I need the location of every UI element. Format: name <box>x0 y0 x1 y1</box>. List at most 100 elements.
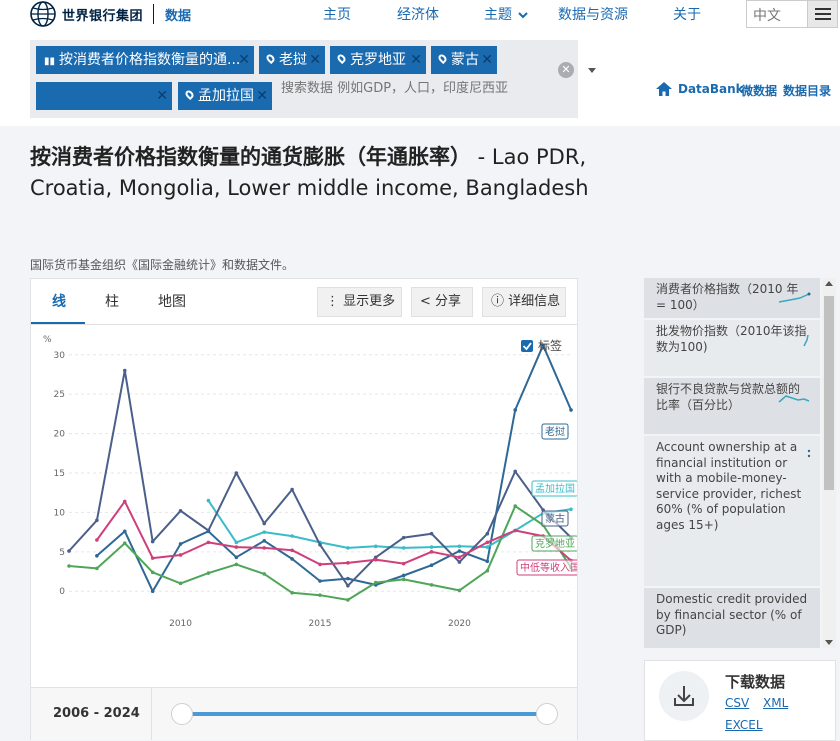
end-label-text: 中低等收入国家 <box>520 561 577 574</box>
show-more-label: 显示更多 <box>343 294 396 309</box>
chip-country-mongolia[interactable]: 蒙古 ✕ <box>431 46 497 74</box>
related-indicator-item[interactable]: Domestic credit provided by financial se… <box>644 588 820 648</box>
x-tick-label: 2010 <box>169 619 192 629</box>
nav-link-about[interactable]: 关于 <box>673 4 701 24</box>
line-chart: 0 5 10 15 20 25 30% 2010 2015 2020 老挝孟加拉国蒙古克罗地亚中低等… <box>43 335 577 629</box>
data-point <box>485 559 490 564</box>
nav-link-topics[interactable]: 主题 <box>484 4 529 24</box>
nav-topics-label: 主题 <box>484 7 512 23</box>
end-label-text: 蒙古 <box>545 512 565 525</box>
data-point <box>234 545 239 549</box>
data-point <box>457 588 462 593</box>
hamburger-menu-button[interactable] <box>807 1 837 27</box>
databank-link[interactable]: DataBank <box>678 82 744 96</box>
slider-track[interactable] <box>183 712 547 716</box>
data-point <box>290 548 294 553</box>
related-indicator-label: Domestic credit provided by financial se… <box>656 592 808 637</box>
location-pin-icon <box>335 52 348 65</box>
slider-handle-start[interactable] <box>171 703 193 725</box>
data-point <box>290 534 294 538</box>
data-catalog-link[interactable]: 数据目录 <box>783 82 831 99</box>
chip-remove-icon[interactable]: ✕ <box>481 46 493 74</box>
scroll-down-icon[interactable] <box>825 640 833 645</box>
chip-label: 老挝 <box>279 52 307 68</box>
data-point <box>206 528 211 533</box>
chip-country-laos[interactable]: 老挝 ✕ <box>259 46 325 74</box>
series-蒙古 <box>67 368 573 588</box>
side-panel-scrollbar[interactable] <box>822 278 836 648</box>
world-bank-globe-icon[interactable] <box>30 1 56 27</box>
data-point <box>373 580 378 585</box>
tab-line[interactable]: 线 <box>52 291 66 311</box>
data-point <box>346 576 350 581</box>
dropdown-caret-icon[interactable] <box>588 68 596 73</box>
chevron-down-icon <box>518 12 529 19</box>
chip-country-croatia[interactable]: 克罗地亚 ✕ <box>330 46 426 74</box>
data-point <box>178 509 183 513</box>
nav-link-home[interactable]: 主页 <box>323 4 351 24</box>
chip-country-bangladesh[interactable]: 孟加拉国 ✕ <box>178 82 272 110</box>
microdata-link[interactable]: 微数据 <box>741 82 777 99</box>
download-xml-link[interactable]: XML <box>763 696 788 710</box>
logo-divider <box>153 4 154 24</box>
chip-remove-icon[interactable]: ✕ <box>238 46 250 74</box>
series-克罗地亚 <box>67 504 573 602</box>
language-selector[interactable]: 中文 <box>746 0 838 28</box>
share-button[interactable]: < 分享 <box>411 287 473 317</box>
chip-aggregate[interactable]: ✕ <box>36 82 172 110</box>
data-point <box>485 540 490 545</box>
download-excel-link[interactable]: EXCEL <box>725 718 763 732</box>
chip-remove-icon[interactable]: ✕ <box>309 46 321 74</box>
nav-link-economies[interactable]: 经济体 <box>397 4 439 24</box>
data-point <box>67 564 71 568</box>
data-point <box>569 408 573 412</box>
labels-toggle[interactable]: 标签 <box>521 338 562 353</box>
related-indicator-item[interactable]: 银行不良贷款与贷款总额的比率（百分比） <box>644 378 820 434</box>
data-point <box>401 561 406 566</box>
sparkline-icon <box>778 395 810 403</box>
download-data-card: 下载数据 CSV XML EXCEL <box>644 660 836 741</box>
details-button[interactable]: ⓘ 详细信息 <box>482 287 566 317</box>
data-point <box>513 469 518 474</box>
chip-remove-icon[interactable]: ✕ <box>156 82 168 110</box>
data-point <box>318 593 322 597</box>
tab-bar[interactable]: 柱 <box>105 291 119 311</box>
download-icon[interactable] <box>659 671 709 721</box>
chip-label: 蒙古 <box>451 52 479 68</box>
chip-label: 按消费者价格指数衡量的通... <box>59 52 241 68</box>
scroll-up-icon[interactable] <box>825 281 833 286</box>
related-indicator-item[interactable]: 批发物价指数（2010年该指数为100) <box>644 320 820 376</box>
data-point <box>234 540 239 545</box>
data-point <box>234 555 239 560</box>
data-home-link[interactable]: 数据 <box>165 5 191 24</box>
chip-remove-icon[interactable]: ✕ <box>256 82 268 110</box>
data-point <box>178 553 183 557</box>
checkbox-icon <box>521 340 533 352</box>
data-point <box>206 498 211 503</box>
tab-map[interactable]: 地图 <box>158 291 186 311</box>
clear-all-icon[interactable]: ✕ <box>558 62 574 78</box>
data-point <box>457 560 462 564</box>
series-line <box>96 344 572 593</box>
data-point <box>401 573 406 578</box>
search-input[interactable] <box>281 78 531 98</box>
related-indicator-label: 消费者价格指数（2010 年 = 100） <box>656 282 799 312</box>
slider-handle-end[interactable] <box>536 703 558 725</box>
show-more-button[interactable]: ⋮ 显示更多 <box>317 287 402 317</box>
download-csv-link[interactable]: CSV <box>725 696 749 710</box>
top-navigation: 世界银行集团 数据 主页 经济体 主题 数据与资源 关于 中文 <box>0 0 840 30</box>
data-point <box>513 504 518 508</box>
related-indicator-item[interactable]: Account ownership at a financial institu… <box>644 436 820 586</box>
nav-link-data-resources[interactable]: 数据与资源 <box>558 4 628 24</box>
scrollbar-thumb[interactable] <box>824 296 834 490</box>
data-point <box>401 577 406 582</box>
chip-remove-icon[interactable]: ✕ <box>410 46 422 74</box>
data-point <box>373 557 378 562</box>
bar-chart-icon: ▮▮ <box>44 56 56 67</box>
related-indicator-item[interactable]: 消费者价格指数（2010 年 = 100） <box>644 278 820 318</box>
data-point <box>318 562 322 567</box>
world-bank-group-logo[interactable]: 世界银行集团 <box>62 5 143 24</box>
x-tick-label: 2020 <box>448 619 471 629</box>
chip-indicator[interactable]: ▮▮ 按消费者价格指数衡量的通... ✕ <box>36 46 254 74</box>
hamburger-icon-line <box>815 18 831 20</box>
